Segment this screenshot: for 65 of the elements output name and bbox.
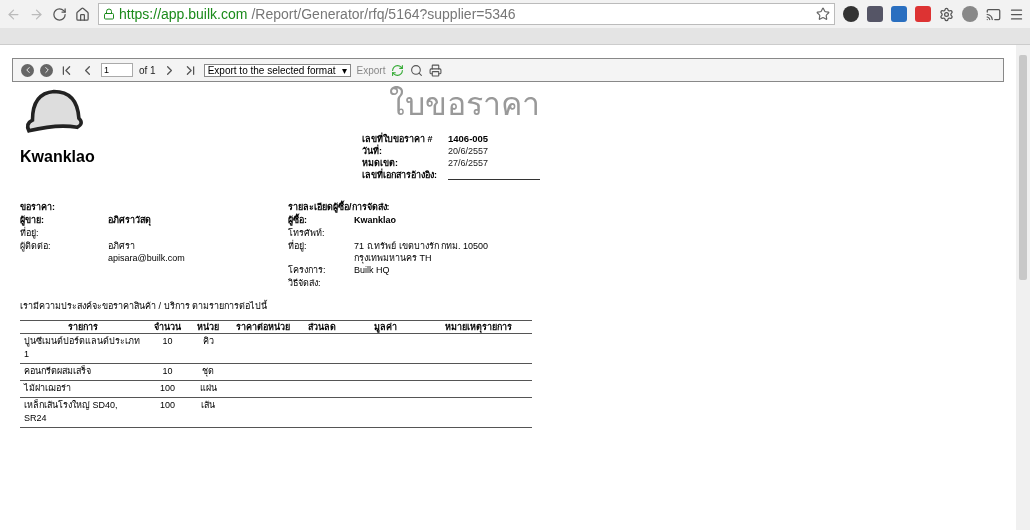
lock-icon [103,8,115,20]
table-cell: 100 [160,400,176,411]
table-cell: คิว [202,336,214,347]
column-header: หน่วย [188,320,228,334]
page-field[interactable]: 1 [101,63,133,77]
table-cell: 10 [162,336,173,347]
field-label: ที่อยู่: [20,227,39,239]
table-cell: เส้น [201,400,216,411]
column-header: รายการ [20,320,147,334]
cast-icon[interactable] [986,6,1001,22]
home-icon[interactable] [75,6,90,22]
table-cell: ชุด [202,366,215,377]
field-value: Builk HQ [354,265,391,276]
menu-icon[interactable] [1009,6,1024,22]
reload-icon[interactable] [52,6,67,22]
field-value: 71 ถ.ทรัพย์ เขตบางรัก กทม. 10500 [354,240,490,252]
meta-label: หมดเขต: [362,158,399,168]
field-label: ผู้ขาย: [20,214,45,226]
table-cell: คอนกรีตผสมเสร็จ [24,366,91,377]
url-host: https://app.builk.com [119,6,248,22]
field-value: apisara@builk.com [108,253,186,264]
meta-value: 20/6/2557 [448,146,490,157]
field-value: กรุงเทพมหานคร TH [354,253,433,264]
column-header: หมายเหตุรายการ [424,320,532,334]
section-heading: รายละเอียดผู้ซื้อ/การจัดส่ง: [288,202,391,213]
url-path: /Report/Generator/rfq/5164?supplier=5346 [251,6,516,22]
meta-label: เลขที่เอกสารอ้างอิง: [362,170,438,181]
intro-text: เรามีความประสงค์จะขอราคาสินค้า / บริการ ตามรายการต่อไปนี้ [20,301,268,312]
forward-icon[interactable] [40,63,53,77]
company-name: Kwanklao [20,148,95,167]
table-cell: ไม้ฝาเฌอร่า [24,383,71,394]
table-cell: แผ่น [199,383,217,394]
address-bar[interactable]: https://app.builk.com /Report/Generator/rfq/5164?supplier=5346 [98,3,835,25]
refresh-icon[interactable] [391,63,405,77]
field-label: วิธีจัดส่ง: [288,278,322,290]
field-label: โครงการ: [288,265,327,277]
meta-value: 1406-005 [448,134,490,145]
table-cell: ปูนซีเมนต์ปอร์ตแลนด์ประเภท 1 [24,336,140,360]
table-cell: 10 [162,366,173,377]
settings-icon[interactable] [939,6,954,22]
field-label: โทรศัพท์: [288,227,326,239]
meta-value: 27/6/2557 [448,158,490,169]
document-title: ใบขอราคา [389,88,540,120]
column-header: จำนวน [146,320,189,334]
table-cell: 100 [160,383,176,394]
column-header: ส่วนลด [297,320,346,334]
field-value: อภิศรา [108,240,136,252]
meta-label: วันที่: [362,146,383,157]
field-value: Kwanklao [354,214,397,226]
table-cell: เหล็กเส้นโรงใหญ่ SD40, SR24 [24,400,118,424]
star-icon[interactable] [816,7,830,21]
field-value: อภิศราวัสดุ [108,214,152,226]
meta-label: เลขที่ใบขอราคา # [362,134,434,144]
column-header: มูลค่า [345,320,425,334]
page-count: of 1 [139,64,156,76]
print-icon[interactable] [429,63,443,77]
field-label: ที่อยู่: [288,240,308,254]
field-label: ผู้ติดต่อ: [20,240,52,254]
section-heading: ขอราคา: [20,202,56,213]
field-label: ผู้ซื้อ: [288,214,308,226]
back-icon[interactable] [21,63,34,77]
column-header: ราคาต่อหน่วย [227,320,298,334]
format-dropdown[interactable]: Export to the selected format ▾ [203,63,351,77]
scrollbar-thumb[interactable] [1019,55,1027,280]
search-icon[interactable] [410,63,424,77]
